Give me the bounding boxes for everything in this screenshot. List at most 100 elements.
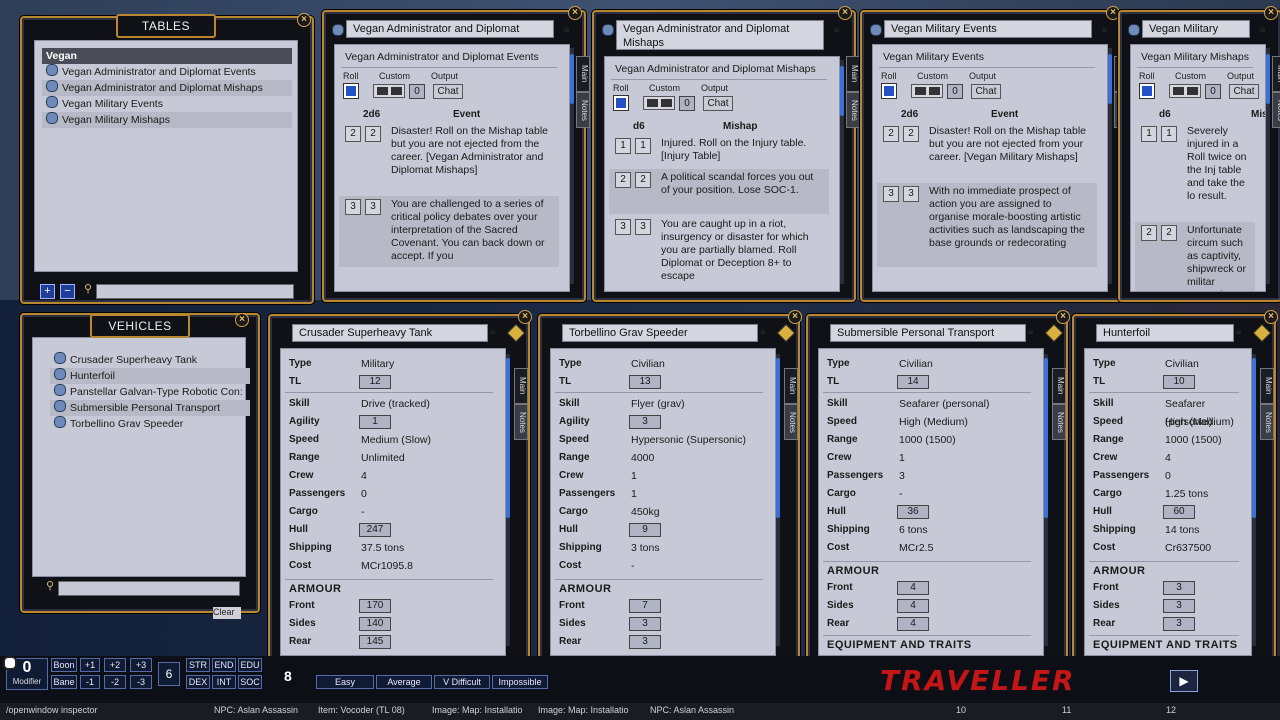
tab-notes[interactable]: Notes (576, 92, 590, 128)
armour-value[interactable]: 4 (897, 599, 929, 613)
lock-icon[interactable]: 🔒︎ (1236, 326, 1241, 337)
scrollbar[interactable] (1266, 48, 1270, 284)
lock-icon[interactable]: 🔒︎ (834, 24, 839, 35)
tab-notes[interactable]: Notes (514, 404, 528, 440)
close-icon[interactable]: × (1264, 6, 1278, 20)
status-link[interactable]: Image: Map: Installatio (432, 705, 523, 715)
table-item[interactable]: Vegan Administrator and Diplomat Mishaps (42, 80, 292, 96)
scrollbar[interactable] (1044, 354, 1048, 646)
stat-int-button[interactable]: INT (212, 675, 236, 689)
vehicle-item[interactable]: Torbellino Grav Speeder (50, 416, 250, 432)
scrollbar[interactable] (1108, 48, 1112, 284)
vehicle-item[interactable]: Crusader Superheavy Tank (50, 352, 250, 368)
stat-edu-button[interactable]: EDU (238, 658, 262, 672)
armour-value[interactable]: 3 (1163, 599, 1195, 613)
custom-dice-toggle[interactable] (373, 84, 405, 98)
table-item[interactable]: Vegan Military Mishaps (42, 112, 292, 128)
minus-3-button[interactable]: -3 (130, 675, 152, 689)
output-chat-button[interactable]: Chat (433, 84, 463, 99)
armour-value[interactable]: 3 (1163, 581, 1195, 595)
difficulty-average-button[interactable]: Average (376, 675, 432, 689)
armour-value[interactable]: 170 (359, 599, 391, 613)
tab-notes[interactable]: Notes (1272, 92, 1280, 128)
close-icon[interactable]: × (1056, 310, 1070, 324)
close-icon[interactable]: × (838, 6, 852, 20)
status-link[interactable]: NPC: Aslan Assassin (214, 705, 298, 715)
custom-dice-toggle[interactable] (911, 84, 943, 98)
table-row[interactable]: 11 Severely injured in a Roll twice on t… (1135, 123, 1255, 220)
table-row[interactable]: 22 A political scandal forces you out of… (609, 169, 829, 214)
minus-1-button[interactable]: -1 (80, 675, 100, 689)
roll-button[interactable] (1139, 83, 1155, 99)
custom-dice-toggle[interactable] (1169, 84, 1201, 98)
stat-str-button[interactable]: STR (186, 658, 210, 672)
clear-button-partial[interactable]: Clear (213, 607, 241, 619)
armour-value[interactable]: 3 (1163, 617, 1195, 631)
custom-value[interactable]: 0 (947, 84, 963, 99)
tab-main[interactable]: Main (846, 56, 860, 92)
lock-icon[interactable]: 🔒︎ (490, 326, 495, 337)
table-row[interactable]: 22 Unfortunate circum such as captivity,… (1135, 222, 1255, 291)
filter-input[interactable] (96, 284, 294, 299)
bane-button[interactable]: Bane (51, 675, 77, 689)
custom-value[interactable]: 0 (679, 96, 695, 111)
armour-value[interactable]: 140 (359, 617, 391, 631)
stat-soc-button[interactable]: SOC (238, 675, 262, 689)
minus-2-button[interactable]: -2 (104, 675, 126, 689)
plus-1-button[interactable]: +1 (80, 658, 100, 672)
difficulty-vdifficult-button[interactable]: V Difficult (434, 675, 490, 689)
scrollbar[interactable] (506, 354, 510, 646)
search-icon[interactable]: ⚲ (46, 579, 54, 592)
stat-value[interactable]: 14 (897, 375, 929, 389)
scrollbar[interactable] (840, 60, 844, 284)
vehicle-item[interactable]: Hunterfoil (50, 368, 250, 384)
boon-button[interactable]: Boon (51, 658, 77, 672)
table-row[interactable]: 22 Disaster! Roll on the Mishap table bu… (339, 123, 559, 194)
lock-icon[interactable]: 🔒︎ (1260, 24, 1265, 35)
search-icon[interactable]: ⚲ (84, 282, 92, 296)
play-icon[interactable]: ▶ (1170, 670, 1198, 692)
tab-main[interactable]: Main (576, 56, 590, 92)
table-item[interactable]: Vegan Administrator and Diplomat Events (42, 64, 292, 80)
tab-notes[interactable]: Notes (846, 92, 860, 128)
add-icon[interactable]: + (40, 284, 55, 299)
scrollbar[interactable] (570, 48, 574, 284)
table-row[interactable]: 11 Injured. Roll on the Injury table. [I… (609, 135, 829, 167)
tab-notes[interactable]: Notes (1052, 404, 1066, 440)
roll-button[interactable] (881, 83, 897, 99)
armour-value[interactable]: 4 (897, 617, 929, 631)
close-icon[interactable]: × (788, 310, 802, 324)
stat-dex-button[interactable]: DEX (186, 675, 210, 689)
stat-value[interactable]: 12 (359, 375, 391, 389)
output-chat-button[interactable]: Chat (703, 96, 733, 111)
close-icon[interactable]: × (235, 313, 249, 327)
stat-value[interactable]: 1 (359, 415, 391, 429)
stat-value[interactable]: 60 (1163, 505, 1195, 519)
close-icon[interactable]: × (568, 6, 582, 20)
plus-3-button[interactable]: +3 (130, 658, 152, 672)
scrollbar[interactable] (776, 354, 780, 646)
custom-dice-toggle[interactable] (643, 96, 675, 110)
table-item[interactable]: Vegan Military Events (42, 96, 292, 112)
status-command[interactable]: /openwindow inspector (6, 705, 98, 715)
table-row[interactable]: 33 With no immediate prospect of action … (877, 183, 1097, 267)
custom-value[interactable]: 0 (409, 84, 425, 99)
scrollbar[interactable] (1252, 354, 1256, 646)
close-icon[interactable]: × (1264, 310, 1278, 324)
vehicle-item[interactable]: Submersible Personal Transport (50, 400, 250, 416)
remove-icon[interactable]: − (60, 284, 75, 299)
close-icon[interactable]: × (518, 310, 532, 324)
tab-main[interactable]: Main (784, 368, 798, 404)
roll-button[interactable] (613, 95, 629, 111)
armour-value[interactable]: 7 (629, 599, 661, 613)
table-row[interactable]: 33 You are caught up in a riot, insurgen… (609, 216, 829, 287)
armour-value[interactable]: 4 (897, 581, 929, 595)
armour-value[interactable]: 145 (359, 635, 391, 649)
close-icon[interactable]: × (297, 13, 311, 27)
custom-value[interactable]: 0 (1205, 84, 1221, 99)
difficulty-easy-button[interactable]: Easy (316, 675, 374, 689)
roll-button[interactable] (343, 83, 359, 99)
tab-main[interactable]: Main (1052, 368, 1066, 404)
stat-value[interactable]: 9 (629, 523, 661, 537)
toggle-icon[interactable] (3, 656, 17, 670)
